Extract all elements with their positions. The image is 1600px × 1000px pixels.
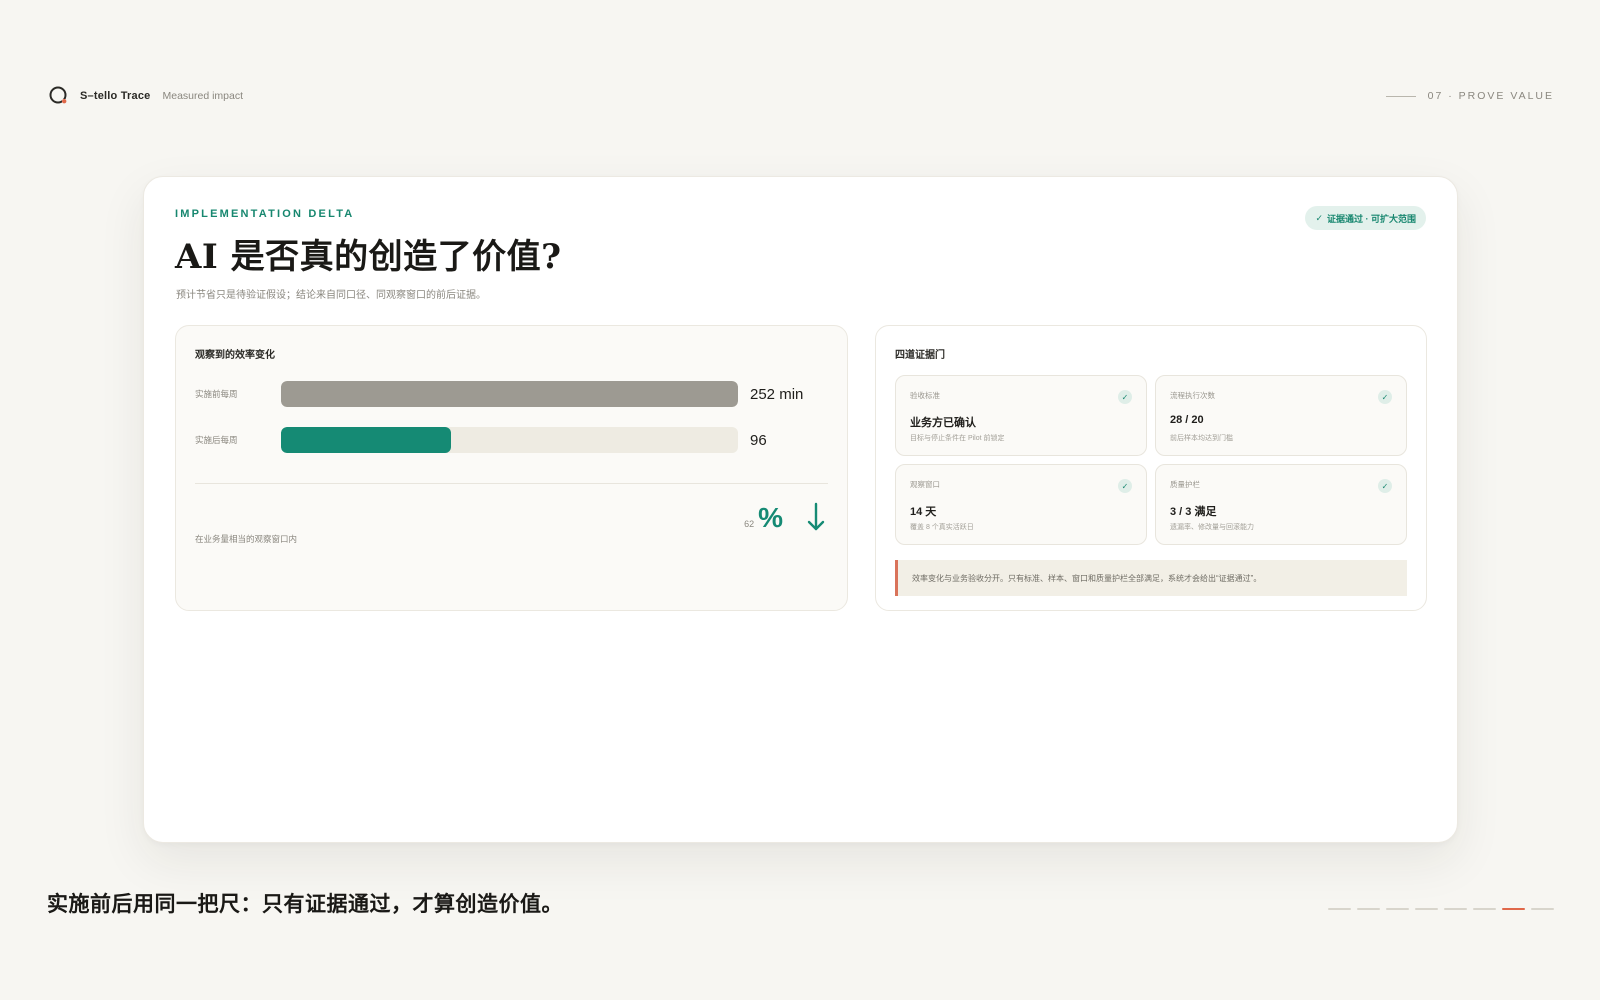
gate-card-window[interactable]: 观察窗口 ✓ 14 天 覆盖 8 个真实活跃日 — [895, 464, 1147, 545]
pager-dot[interactable] — [1357, 908, 1380, 910]
top-bar: S–tello Trace Measured impact 07 · PROVE… — [48, 84, 1554, 108]
arrow-down-icon — [807, 502, 825, 531]
metric-value: 62 — [744, 519, 755, 529]
gate-value: 3 / 3 满足 — [1170, 506, 1217, 518]
gate-card-runs[interactable]: 流程执行次数 ✓ 28 / 20 前后样本均达到门槛 — [1155, 375, 1407, 456]
page-title: AI 是否真的创造了价值? — [175, 237, 562, 277]
bar-row-after: 实施后每周 96 — [195, 427, 835, 453]
bar-track-after — [281, 427, 738, 453]
bar-label-before: 实施前每周 — [195, 389, 238, 399]
bar-fill-after — [281, 427, 451, 453]
page-subtitle: 预计节省只是待验证假设；结论来自同口径、同观察窗口的前后证据。 — [176, 290, 486, 301]
gate-label: 观察窗口 — [910, 480, 940, 489]
bar-fill-before — [281, 381, 738, 407]
panel-divider — [195, 483, 828, 484]
brand[interactable]: S–tello Trace Measured impact — [48, 85, 243, 107]
efficiency-panel: 观察到的效率变化 实施前每周 252 min 实施后每周 96 在业务量相当的观… — [175, 325, 848, 611]
pager-dot[interactable] — [1502, 908, 1525, 910]
check-icon: ✓ — [1315, 212, 1323, 223]
section-tag-line — [1385, 95, 1416, 97]
bar-row-before: 实施前每周 252 min — [195, 381, 835, 407]
section-tag: 07 · PROVE VALUE — [1385, 90, 1554, 102]
check-icon: ✓ — [1118, 479, 1132, 493]
gate-label: 验收标准 — [910, 391, 940, 400]
pager-dot[interactable] — [1444, 908, 1467, 910]
gate-card-acceptance[interactable]: 验收标准 ✓ 业务方已确认 目标与停止条件在 Pilot 前锁定 — [895, 375, 1147, 456]
gates-panel-title: 四道证据门 — [895, 350, 945, 361]
bar-track-before — [281, 381, 738, 407]
main-card: IMPLEMENTATION DELTA AI 是否真的创造了价值? 预计节省只… — [143, 176, 1458, 843]
pager-dot[interactable] — [1531, 908, 1554, 910]
gate-value: 14 天 — [910, 506, 937, 518]
bar-value-after: 96 — [750, 431, 767, 449]
efficiency-metric: 62 % — [744, 501, 827, 533]
gate-value: 28 / 20 — [1170, 414, 1204, 426]
slide-caption: 实施前后用同一把尺：只有证据通过，才算创造价值。 — [47, 893, 563, 916]
brand-name: S–tello Trace — [80, 90, 151, 102]
section-tag-label: 07 · PROVE VALUE — [1427, 90, 1554, 102]
status-badge: ✓ 证据通过 · 可扩大范围 — [1305, 206, 1426, 230]
gate-desc: 前后样本均达到门槛 — [1170, 435, 1233, 442]
gate-desc: 遗漏率、修改量与回滚能力 — [1170, 524, 1254, 531]
pager-dot[interactable] — [1473, 908, 1496, 910]
gate-label: 流程执行次数 — [1170, 391, 1215, 400]
brand-subtitle: Measured impact — [162, 90, 244, 102]
evidence-gates-panel: 四道证据门 验收标准 ✓ 业务方已确认 目标与停止条件在 Pilot 前锁定 流… — [875, 325, 1427, 611]
gate-desc: 目标与停止条件在 Pilot 前锁定 — [910, 435, 1005, 442]
efficiency-panel-title: 观察到的效率变化 — [195, 350, 275, 361]
card-eyebrow: IMPLEMENTATION DELTA — [175, 208, 355, 220]
pager-dot[interactable] — [1415, 908, 1438, 910]
check-icon: ✓ — [1378, 390, 1392, 404]
gates-callout: 效率变化与业务验收分开。只有标准、样本、窗口和质量护栏全部满足，系统才会给出“证… — [895, 560, 1407, 596]
gate-card-quality[interactable]: 质量护栏 ✓ 3 / 3 满足 遗漏率、修改量与回滚能力 — [1155, 464, 1407, 545]
slide-pager — [1328, 908, 1554, 910]
brand-logo-icon — [48, 85, 70, 107]
check-icon: ✓ — [1118, 390, 1132, 404]
gate-value: 业务方已确认 — [910, 417, 976, 429]
gate-label: 质量护栏 — [1170, 480, 1200, 489]
metric-unit: % — [758, 502, 783, 533]
pager-dot[interactable] — [1386, 908, 1409, 910]
bar-label-after: 实施后每周 — [195, 435, 238, 445]
bar-value-before: 252 min — [750, 385, 804, 403]
efficiency-note: 在业务量相当的观察窗口内 — [195, 534, 298, 544]
gate-desc: 覆盖 8 个真实活跃日 — [910, 524, 974, 531]
status-badge-label: 证据通过 · 可扩大范围 — [1327, 213, 1416, 224]
check-icon: ✓ — [1378, 479, 1392, 493]
pager-dot[interactable] — [1328, 908, 1351, 910]
